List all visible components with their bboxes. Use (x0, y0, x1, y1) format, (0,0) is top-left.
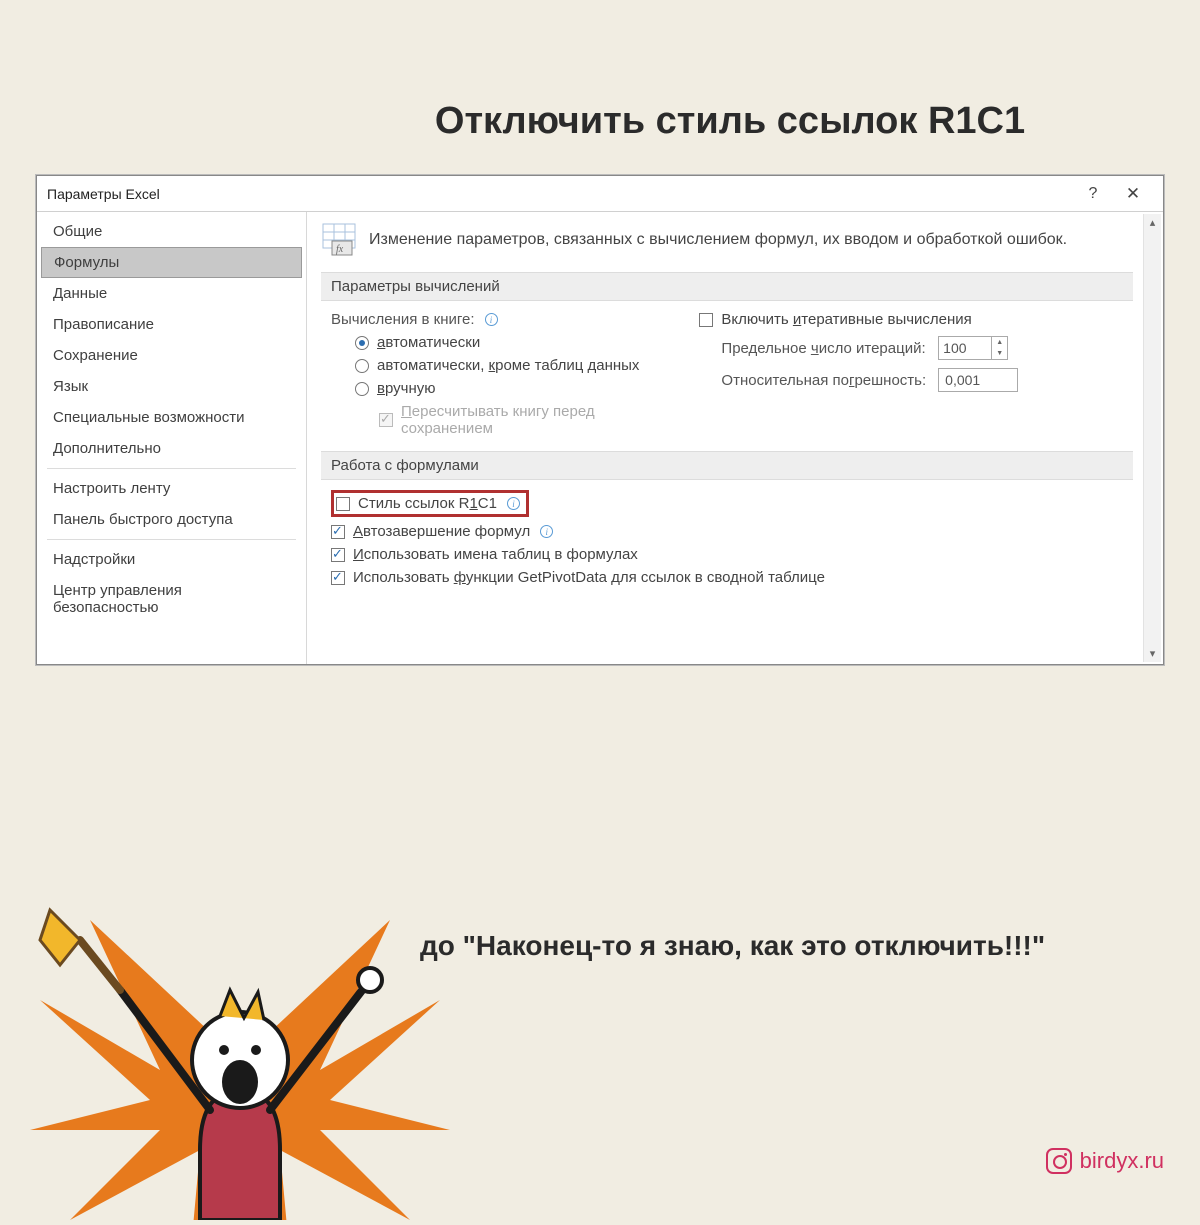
sidebar-item-addins[interactable]: Надстройки (37, 544, 306, 575)
eps-input[interactable]: 0,001 (938, 368, 1018, 392)
scrollbar[interactable]: ▴ ▾ (1143, 214, 1161, 662)
recalc-before-save-label: Пересчитывать книгу передсохранением (401, 403, 595, 437)
sidebar-divider (47, 468, 296, 469)
content-header: Изменение параметров, связанных с вычисл… (369, 231, 1067, 249)
spin-down-icon[interactable]: ▼ (992, 348, 1007, 359)
checkbox-iterative[interactable] (699, 313, 713, 327)
calc-group-label: Вычисления в книге: (331, 311, 475, 328)
excel-options-dialog: Параметры Excel ? ✕ Общие Формулы Данные… (36, 175, 1164, 665)
checkbox-getpivot[interactable] (331, 571, 345, 585)
checkbox-recalc-before-save (379, 413, 393, 427)
sidebar-item-proofing[interactable]: Правописание (37, 309, 306, 340)
info-icon[interactable]: i (485, 313, 498, 326)
radio-auto-except-label: автоматически, кроме таблиц данных (377, 357, 639, 374)
section-calc-header: Параметры вычислений (321, 272, 1133, 301)
radio-auto-label: аавтоматическивтоматически (377, 334, 480, 351)
sidebar-item-save[interactable]: Сохранение (37, 340, 306, 371)
watermark-text: birdyx.ru (1080, 1148, 1164, 1174)
eps-label: Относительная погрешность: (721, 372, 926, 389)
sidebar-item-accessibility[interactable]: Специальные возможности (37, 402, 306, 433)
max-iter-value: 100 (943, 340, 966, 356)
checkbox-table-names[interactable] (331, 548, 345, 562)
info-icon[interactable]: i (540, 525, 553, 538)
sidebar-item-formulas[interactable]: Формулы (41, 247, 302, 278)
watermark: birdyx.ru (1046, 1148, 1164, 1174)
max-iter-label: Предельное число итераций: (721, 340, 926, 357)
formula-icon: fx (321, 222, 357, 258)
iterative-label: Включить итеративные вычисления (721, 311, 971, 328)
getpivot-label: Использовать функции GetPivotData для сс… (353, 569, 825, 586)
sidebar-item-general[interactable]: Общие (37, 216, 306, 247)
spin-up-icon[interactable]: ▲ (992, 337, 1007, 348)
sidebar-item-language[interactable]: Язык (37, 371, 306, 402)
content-panel: fx Изменение параметров, связанных с выч… (307, 212, 1163, 664)
titlebar: Параметры Excel ? ✕ (37, 176, 1163, 212)
meme-caption: до "Наконец-то я знаю, как это отключить… (420, 930, 1045, 962)
close-button[interactable]: ✕ (1113, 184, 1153, 204)
radio-manual[interactable] (355, 382, 369, 396)
eps-value: 0,001 (945, 372, 980, 388)
info-icon[interactable]: i (507, 497, 520, 510)
radio-auto-except[interactable] (355, 359, 369, 373)
sidebar: Общие Формулы Данные Правописание Сохран… (37, 212, 307, 664)
radio-auto[interactable] (355, 336, 369, 350)
r1c1-label: Стиль ссылок R1C1 (358, 495, 497, 512)
checkbox-autocomplete[interactable] (331, 525, 345, 539)
sidebar-item-customize-ribbon[interactable]: Настроить ленту (37, 473, 306, 504)
scroll-down-icon[interactable]: ▾ (1150, 647, 1156, 660)
scroll-up-icon[interactable]: ▴ (1150, 216, 1156, 229)
table-names-label: Использовать имена таблиц в формулах (353, 546, 638, 563)
sidebar-item-quick-access[interactable]: Панель быстрого доступа (37, 504, 306, 535)
max-iter-input[interactable]: 100 ▲ ▼ (938, 336, 1008, 360)
sidebar-item-data[interactable]: Данные (37, 278, 306, 309)
page-title: Отключить стиль ссылок R1C1 (0, 100, 1200, 143)
instagram-icon (1046, 1148, 1072, 1174)
dialog-title: Параметры Excel (47, 186, 160, 202)
sidebar-divider (47, 539, 296, 540)
sidebar-item-trust-center[interactable]: Центр управления безопасностью (37, 575, 306, 623)
help-button[interactable]: ? (1073, 185, 1113, 203)
meme-figure (30, 900, 450, 1220)
radio-manual-label: вручную (377, 380, 436, 397)
r1c1-highlight: Стиль ссылок R1C1 i (331, 490, 529, 517)
autocomplete-label: Автозавершение формул (353, 523, 530, 540)
checkbox-r1c1[interactable] (336, 497, 350, 511)
section-formulas-header: Работа с формулами (321, 451, 1133, 480)
sidebar-item-advanced[interactable]: Дополнительно (37, 433, 306, 464)
svg-text:fx: fx (336, 244, 344, 255)
